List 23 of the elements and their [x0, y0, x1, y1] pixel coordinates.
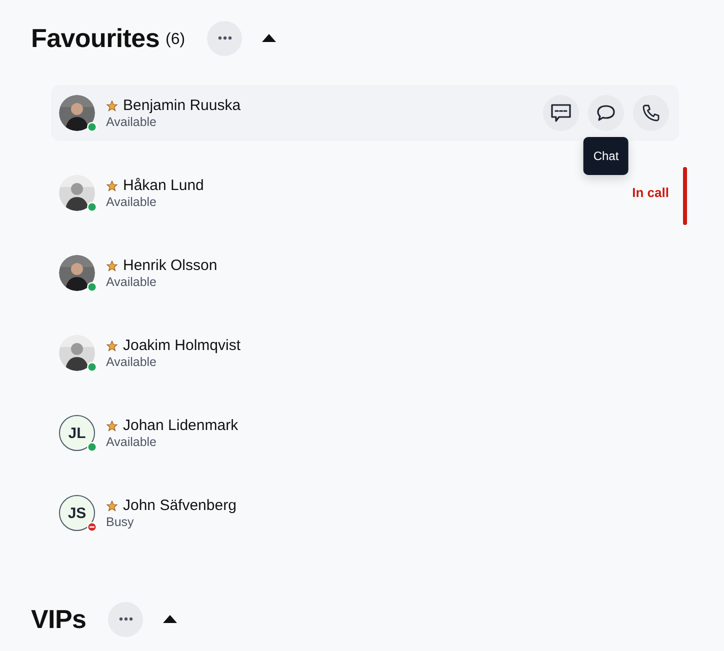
contact-name: Håkan Lund — [123, 177, 204, 194]
status-label: Busy — [106, 515, 135, 529]
contact-name: Joakim Holmqvist — [123, 337, 241, 354]
status-label: Available — [106, 435, 158, 449]
section-title: VIPs — [31, 604, 86, 634]
contact-row[interactable]: Henrik Olsson Available — [51, 245, 679, 301]
avatar-initials: JS — [59, 495, 95, 531]
status-label: Available — [106, 195, 158, 209]
contact-name: John Säfvenberg — [123, 497, 236, 514]
avatar-initials: JL — [59, 415, 95, 451]
contact-name: Benjamin Ruuska — [123, 97, 241, 114]
call-status-label: In call — [632, 185, 669, 200]
contact-name: Henrik Olsson — [123, 257, 218, 274]
status-label: Available — [106, 115, 158, 129]
section-title: Favourites — [31, 22, 160, 54]
contact-name: Johan Lidenmark — [123, 417, 238, 434]
contact-row[interactable]: JL Johan Lidenmark Available — [51, 405, 679, 461]
status-label: Available — [106, 355, 158, 369]
count-label: (6) — [166, 31, 186, 49]
tooltip: Chat — [583, 137, 629, 175]
contact-row[interactable]: JS John Säfvenberg Busy — [51, 485, 679, 541]
contact-row[interactable]: Joakim Holmqvist Available — [51, 325, 679, 381]
status-label: Available — [106, 275, 158, 289]
